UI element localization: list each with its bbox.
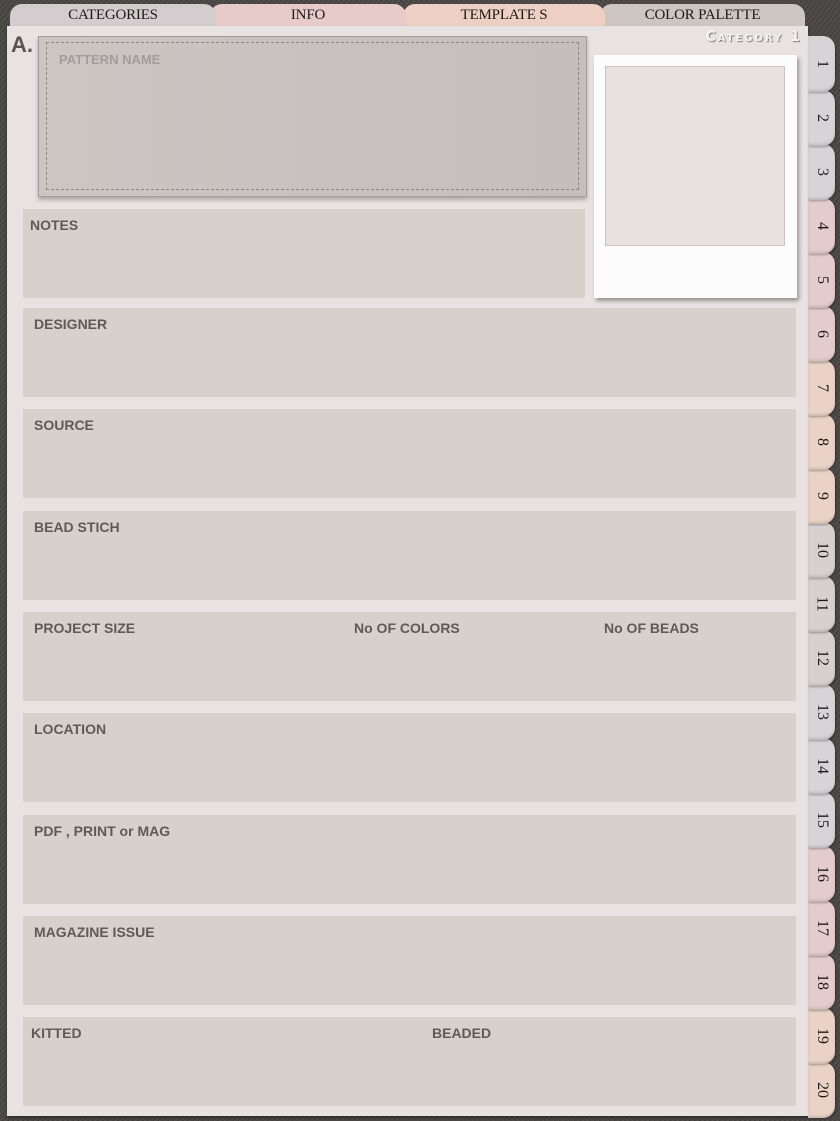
side-tab-label: 8 (813, 438, 831, 446)
side-tab-9[interactable]: 9 (808, 468, 835, 524)
kitted-label: KITTED (31, 1025, 82, 1041)
bead-stich-field[interactable]: BEAD STICH (23, 511, 796, 600)
side-tab-label: 19 (813, 1028, 831, 1044)
side-tab-label: 13 (813, 704, 831, 720)
no-of-beads-label: No OF BEADS (604, 620, 699, 636)
source-label: SOURCE (34, 417, 94, 433)
section-letter: A. (11, 32, 33, 57)
magazine-issue-label: MAGAZINE ISSUE (34, 924, 155, 940)
side-tab-1[interactable]: 1 (808, 36, 835, 92)
pdf-print-mag-field[interactable]: PDF , PRINT or MAG (23, 815, 796, 904)
tab-label: COLOR PALETTE (644, 7, 761, 23)
tab-label: TEMPLATE S (460, 7, 548, 23)
location-label: LOCATION (34, 721, 107, 737)
bead-stich-label: BEAD STICH (34, 519, 120, 535)
side-tab-16[interactable]: 16 (808, 846, 835, 902)
magazine-issue-field[interactable]: MAGAZINE ISSUE (23, 916, 796, 1005)
no-of-colors-label: No OF COLORS (354, 620, 460, 636)
side-tab-label: 16 (813, 866, 831, 882)
designer-field[interactable]: DESIGNER (23, 308, 796, 397)
side-tab-15[interactable]: 15 (808, 792, 835, 848)
side-tab-label: 9 (813, 492, 831, 500)
side-tab-label: 2 (813, 114, 831, 122)
side-tab-label: 5 (813, 276, 831, 284)
photo-placeholder[interactable] (605, 66, 785, 246)
designer-label: DESIGNER (34, 316, 108, 332)
side-tab-label: 4 (813, 222, 831, 230)
side-tab-label: 6 (813, 330, 831, 338)
side-tab-4[interactable]: 4 (808, 198, 835, 254)
side-tab-20[interactable]: 20 (808, 1062, 835, 1118)
tab-label: CATEGORIES (68, 7, 158, 23)
side-tab-label: 3 (813, 168, 831, 176)
planner-page: A. Category 1 PATTERN NAME NOTES DESIGNE… (7, 26, 808, 1116)
side-tab-label: 14 (813, 758, 831, 774)
side-tab-5[interactable]: 5 (808, 252, 835, 308)
project-size-label: PROJECT SIZE (34, 620, 136, 636)
side-tab-14[interactable]: 14 (808, 738, 835, 794)
notes-label: NOTES (30, 217, 79, 233)
notes-field[interactable]: NOTES (23, 209, 585, 298)
side-tab-label: 15 (813, 812, 831, 828)
pattern-name-field[interactable]: PATTERN NAME (38, 36, 587, 197)
side-tab-19[interactable]: 19 (808, 1008, 835, 1064)
location-field[interactable]: LOCATION (23, 713, 796, 802)
side-tab-label: 12 (813, 650, 831, 666)
source-field[interactable]: SOURCE (23, 409, 796, 498)
side-tab-10[interactable]: 10 (808, 522, 835, 578)
side-tab-2[interactable]: 2 (808, 90, 835, 146)
side-tab-label: 11 (813, 596, 831, 612)
side-tab-label: 17 (813, 920, 831, 936)
side-tab-18[interactable]: 18 (808, 954, 835, 1010)
side-tab-label: 18 (813, 974, 831, 990)
photo-polaroid[interactable] (594, 55, 797, 298)
side-tab-label: 1 (813, 60, 831, 68)
project-size-field[interactable]: PROJECT SIZE No OF COLORS No OF BEADS (23, 612, 796, 701)
category-title: Category 1 (705, 29, 802, 45)
side-tab-3[interactable]: 3 (808, 144, 835, 200)
pdf-print-mag-label: PDF , PRINT or MAG (34, 823, 171, 839)
side-tab-17[interactable]: 17 (808, 900, 835, 956)
side-tab-6[interactable]: 6 (808, 306, 835, 362)
side-tab-7[interactable]: 7 (808, 360, 835, 416)
pattern-name-label: PATTERN NAME (59, 52, 161, 67)
side-tab-13[interactable]: 13 (808, 684, 835, 740)
side-tab-12[interactable]: 12 (808, 630, 835, 686)
beaded-label: BEADED (432, 1025, 492, 1041)
side-tab-label: 7 (813, 384, 831, 392)
side-tab-label: 20 (813, 1082, 831, 1098)
side-tab-8[interactable]: 8 (808, 414, 835, 470)
kitted-beaded-field[interactable]: KITTED BEADED (23, 1017, 796, 1106)
tab-label: INFO (290, 7, 326, 23)
side-tab-label: 10 (813, 542, 831, 558)
side-tab-11[interactable]: 11 (808, 576, 835, 632)
